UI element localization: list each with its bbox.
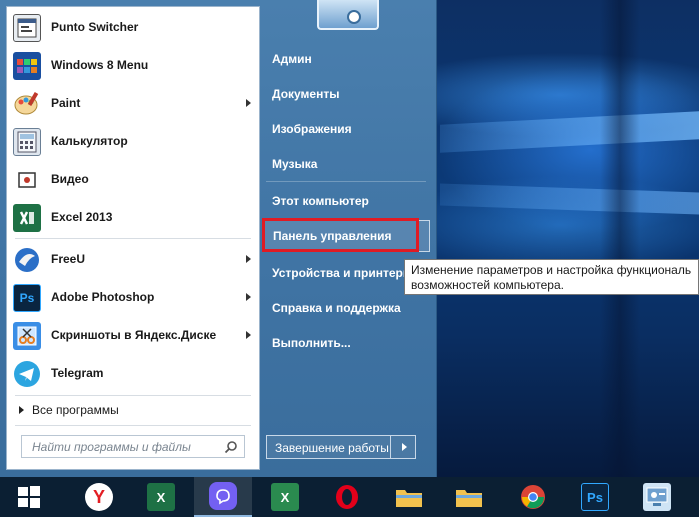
taskbar-control-panel[interactable] — [628, 477, 686, 517]
user-avatar-icon — [347, 10, 361, 24]
program-label: Windows 8 Menu — [51, 58, 149, 72]
programs-divider — [15, 425, 251, 426]
program-label: Excel 2013 — [51, 210, 113, 224]
opera-icon — [333, 483, 361, 511]
photoshop-icon: Ps — [13, 284, 41, 312]
expand-arrow-icon — [19, 406, 24, 414]
programs-divider — [15, 395, 251, 396]
program-item-yandex-disk-screenshots[interactable]: Скриншоты в Яндекс.Диске — [7, 317, 259, 355]
right-item-run[interactable]: Выполнить... — [262, 328, 430, 358]
submenu-arrow-icon — [246, 293, 251, 301]
user-picture[interactable] — [317, 0, 379, 30]
right-item-label: Документы — [272, 87, 340, 101]
program-label: FreeU — [51, 252, 86, 266]
right-item-music[interactable]: Музыка — [262, 149, 430, 179]
program-label: Скриншоты в Яндекс.Диске — [51, 328, 217, 342]
right-item-label: Выполнить... — [272, 336, 351, 350]
control-panel-tooltip: Изменение параметров и настройка функцио… — [404, 259, 699, 295]
windows-8-menu-icon — [13, 52, 41, 80]
program-label: Paint — [51, 96, 81, 110]
taskbar-file-explorer[interactable] — [440, 477, 498, 517]
calculator-icon — [13, 128, 41, 156]
submenu-arrow-icon — [246, 331, 251, 339]
program-label: Punto Switcher — [51, 20, 139, 34]
freeu-icon — [13, 246, 41, 274]
start-button[interactable] — [0, 477, 58, 517]
windows-start-icon — [18, 486, 40, 508]
programs-pane: Punto Switcher Windows 8 Menu Paint Каль… — [6, 6, 260, 470]
taskbar-yandex-browser[interactable]: Y — [70, 477, 128, 517]
taskbar-excel[interactable]: X — [132, 477, 190, 517]
taskbar-viber[interactable] — [194, 477, 252, 517]
right-item-label: Админ — [272, 52, 312, 66]
control-panel-icon — [643, 483, 671, 511]
right-item-help-support[interactable]: Справка и поддержка — [262, 293, 430, 323]
search-input[interactable]: Найти программы и файлы — [21, 435, 245, 458]
program-label: Калькулятор — [51, 134, 128, 148]
yandex-browser-icon: Y — [85, 483, 113, 511]
submenu-arrow-icon — [246, 99, 251, 107]
program-label: Adobe Photoshop — [51, 290, 155, 304]
program-item-freeu[interactable]: FreeU — [7, 241, 259, 279]
program-item-calculator[interactable]: Калькулятор — [7, 123, 259, 161]
program-item-punto-switcher[interactable]: Punto Switcher — [7, 9, 259, 47]
photoshop-icon: Ps — [581, 483, 609, 511]
program-label: Видео — [51, 172, 89, 186]
program-item-telegram[interactable]: Telegram — [7, 355, 259, 393]
file-explorer-icon — [455, 483, 483, 511]
highlight-frame — [262, 218, 419, 252]
tooltip-line: Изменение параметров и настройка функцио… — [411, 263, 692, 277]
all-programs-button[interactable]: Все программы — [19, 403, 119, 417]
excel-icon: X — [147, 483, 175, 511]
shutdown-divider — [390, 436, 391, 458]
start-menu: Punto Switcher Windows 8 Menu Paint Каль… — [0, 0, 437, 477]
search-placeholder: Найти программы и файлы — [32, 440, 191, 454]
viber-icon — [209, 482, 237, 510]
punto-switcher-icon — [13, 14, 41, 42]
right-item-label: Изображения — [272, 122, 352, 136]
right-item-pictures[interactable]: Изображения — [262, 114, 430, 144]
program-item-adobe-photoshop[interactable]: Ps Adobe Photoshop — [7, 279, 259, 317]
right-item-admin[interactable]: Админ — [262, 44, 430, 74]
programs-divider — [15, 238, 251, 239]
taskbar-chrome[interactable] — [504, 477, 562, 517]
right-divider — [266, 181, 426, 182]
right-item-this-computer[interactable]: Этот компьютер — [262, 186, 430, 216]
shutdown-options-arrow-icon[interactable] — [402, 443, 407, 451]
wallpaper-shadow — [600, 0, 640, 477]
program-item-excel-2013[interactable]: Excel 2013 — [7, 199, 259, 237]
shutdown-label: Завершение работы — [275, 441, 389, 455]
program-item-windows-8-menu[interactable]: Windows 8 Menu — [7, 47, 259, 85]
program-item-paint[interactable]: Paint — [7, 85, 259, 123]
video-icon — [13, 166, 41, 194]
chrome-icon — [519, 483, 547, 511]
submenu-arrow-icon — [246, 255, 251, 263]
taskbar-opera[interactable] — [318, 477, 376, 517]
program-label: Telegram — [51, 366, 104, 380]
yandex-disk-screenshots-icon — [13, 322, 41, 350]
right-item-label: Устройства и принтеры — [272, 266, 414, 280]
taskbar-photoshop[interactable]: Ps — [566, 477, 624, 517]
shutdown-button[interactable]: Завершение работы — [266, 435, 416, 459]
wallpaper-light-beam — [440, 111, 699, 153]
taskbar-excel-2013[interactable]: X — [256, 477, 314, 517]
excel-2013-icon: X — [271, 483, 299, 511]
all-programs-label: Все программы — [32, 403, 119, 417]
right-item-label: Этот компьютер — [272, 194, 369, 208]
telegram-icon — [13, 360, 41, 388]
file-explorer-icon — [395, 483, 423, 511]
excel-icon — [13, 204, 41, 232]
paint-icon — [13, 90, 41, 118]
wallpaper-light-beam — [440, 183, 699, 215]
taskbar: Y X X Ps — [0, 477, 699, 517]
taskbar-file-explorer[interactable] — [380, 477, 438, 517]
search-icon[interactable] — [224, 440, 238, 454]
right-item-label: Музыка — [272, 157, 318, 171]
tooltip-line: возможностей компьютера. — [411, 278, 564, 292]
right-item-label: Справка и поддержка — [272, 301, 401, 315]
program-item-video[interactable]: Видео — [7, 161, 259, 199]
right-item-documents[interactable]: Документы — [262, 79, 430, 109]
